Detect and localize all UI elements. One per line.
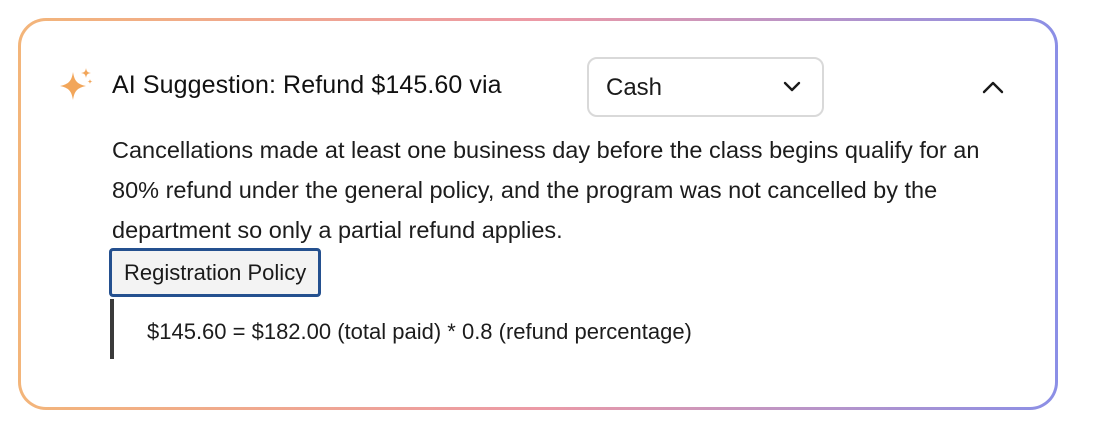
chevron-up-icon (982, 81, 1004, 94)
refund-method-value: Cash (606, 74, 663, 101)
ai-suggestion-card-body: AI Suggestion: Refund $145.60 via Cash C… (21, 21, 1055, 407)
registration-policy-tag[interactable]: Registration Policy (109, 248, 322, 297)
chevron-down-icon (783, 81, 801, 92)
ai-suggestion-card: AI Suggestion: Refund $145.60 via Cash C… (18, 18, 1058, 410)
suggestion-explanation: Cancellations made at least one business… (112, 137, 980, 243)
sparkle-icon (60, 68, 93, 100)
refund-calculation: $145.60 = $182.00 (total paid) * 0.8 (re… (147, 319, 692, 344)
calculation-block: $145.60 = $182.00 (total paid) * 0.8 (re… (110, 299, 692, 359)
suggestion-title: AI Suggestion: Refund $145.60 via (112, 71, 502, 99)
collapse-button[interactable] (979, 76, 1007, 100)
refund-method-select[interactable]: Cash (587, 57, 824, 117)
